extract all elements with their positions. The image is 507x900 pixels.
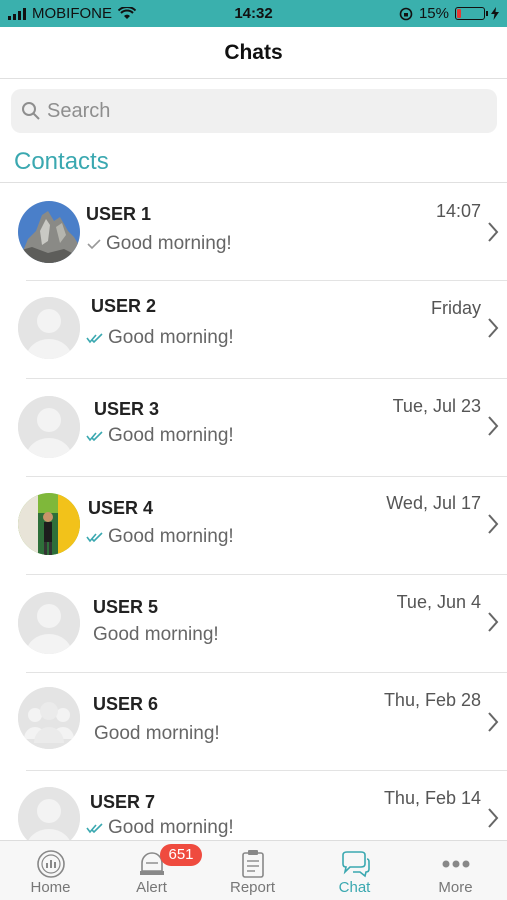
tab-label: More: [438, 879, 473, 896]
last-message: Good morning!: [93, 624, 219, 646]
mountain-photo-icon: [18, 201, 80, 263]
chat-date: Tue, Jul 23: [392, 396, 481, 416]
contact-name: USER 6: [93, 694, 159, 714]
message-text: Good morning!: [108, 425, 234, 446]
search-bar[interactable]: [11, 89, 497, 133]
contact-name: USER 4: [88, 498, 154, 518]
contact-name: USER 3: [94, 399, 160, 419]
user-placeholder-icon: [18, 592, 80, 654]
chevron-right-icon: [488, 808, 499, 828]
contact-name: USER 5: [93, 597, 159, 617]
tab-chat[interactable]: Chat: [304, 841, 405, 900]
chat-date: Tue, Jun 4: [396, 592, 481, 612]
tab-label: Home: [30, 879, 71, 896]
contact-name: USER 1: [86, 204, 152, 224]
chat-date: Wed, Jul 17: [386, 493, 481, 513]
page-title: Chats: [224, 41, 283, 64]
avatar: [18, 297, 80, 359]
status-bar: MOBIFONE 14:32 15%: [0, 0, 507, 27]
message-text: Good morning!: [94, 723, 220, 744]
chat-date: Thu, Feb 28: [383, 690, 481, 710]
battery-icon: [455, 7, 488, 20]
tab-label: Chat: [338, 879, 371, 896]
chevron-right-icon: [488, 514, 499, 534]
chat-screen: MOBIFONE 14:32 15% Chats Contacts: [0, 0, 507, 900]
last-message: Good morning!: [86, 327, 234, 349]
chat-icon: [341, 851, 370, 878]
chat-row[interactable]: USER 2 Friday Good morning!: [0, 281, 507, 379]
section-title: Contacts: [14, 148, 109, 175]
chevron-right-icon: [488, 318, 499, 338]
group-placeholder-icon: [18, 687, 80, 749]
avatar: [18, 493, 80, 555]
more-icon: [442, 860, 469, 868]
chat-row[interactable]: USER 5 Tue, Jun 4 Good morning!: [0, 575, 507, 673]
chat-row[interactable]: USER 4 Wed, Jul 17 Good morning!: [0, 477, 507, 575]
alert-badge: 651: [160, 844, 202, 866]
tab-label: Alert: [136, 879, 167, 896]
tab-label: Report: [229, 879, 276, 896]
double-check-icon: [86, 532, 103, 543]
contact-name: USER 2: [91, 296, 157, 316]
home-icon: [36, 850, 65, 878]
last-message: Good morning!: [86, 526, 234, 548]
double-check-icon: [86, 823, 103, 834]
person-photo-icon: [18, 493, 80, 555]
message-text: Good morning!: [108, 817, 234, 838]
avatar: [18, 687, 80, 749]
chevron-right-icon: [488, 416, 499, 436]
message-text: Good morning!: [106, 233, 232, 254]
chat-date: Friday: [430, 298, 481, 318]
user-placeholder-icon: [18, 297, 80, 359]
orientation-lock-icon: [399, 7, 413, 20]
chevron-right-icon: [488, 712, 499, 732]
avatar: [18, 396, 80, 458]
chat-row[interactable]: USER 3 Tue, Jul 23 Good morning!: [0, 379, 507, 477]
tab-bar: Home Alert Report Chat More: [0, 840, 507, 900]
avatar: [18, 201, 80, 263]
avatar: [18, 592, 80, 654]
double-check-icon: [86, 333, 103, 344]
chat-date: 14:07: [435, 201, 481, 221]
chat-row[interactable]: USER 6 Thu, Feb 28 Good morning!: [0, 673, 507, 771]
last-message: Good morning!: [86, 425, 234, 447]
search-input[interactable]: [47, 89, 487, 133]
battery-percent: 15%: [418, 5, 449, 22]
nav-bar: Chats: [0, 27, 507, 79]
chevron-right-icon: [488, 222, 499, 242]
charging-icon: [491, 7, 499, 20]
tab-report[interactable]: Report: [202, 841, 303, 900]
contact-name: USER 7: [90, 792, 156, 812]
double-check-icon: [86, 431, 103, 442]
tab-more[interactable]: More: [405, 841, 506, 900]
chevron-right-icon: [488, 612, 499, 632]
chat-row[interactable]: USER 1 14:07 Good morning!: [0, 183, 507, 281]
search-icon: [22, 102, 40, 120]
single-check-icon: [87, 239, 101, 250]
last-message: Good morning!: [86, 233, 232, 255]
message-text: Good morning!: [108, 526, 234, 547]
tab-home[interactable]: Home: [0, 841, 101, 900]
message-text: Good morning!: [108, 327, 234, 348]
last-message: Good morning!: [86, 817, 234, 839]
status-right: 15%: [399, 5, 499, 22]
chat-date: Thu, Feb 14: [383, 788, 481, 808]
report-icon: [241, 850, 264, 878]
last-message: Good morning!: [94, 723, 220, 745]
user-placeholder-icon: [18, 396, 80, 458]
message-text: Good morning!: [93, 624, 219, 645]
